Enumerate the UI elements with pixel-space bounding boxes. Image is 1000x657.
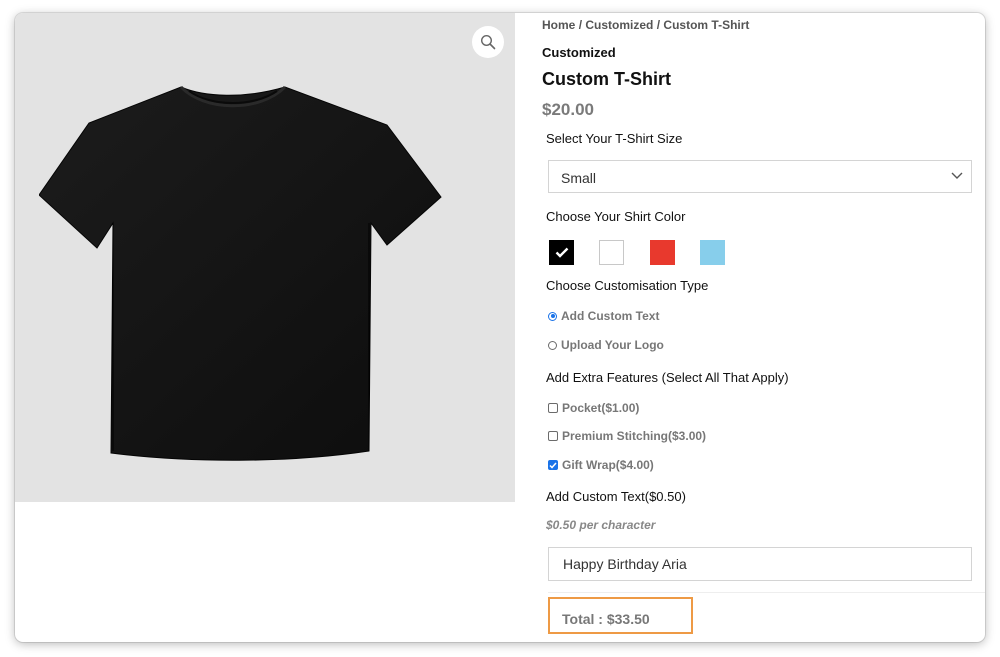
custom-text-input[interactable] xyxy=(548,547,972,581)
color-swatch-light-blue[interactable] xyxy=(700,240,725,265)
zoom-button[interactable] xyxy=(472,26,504,58)
product-category[interactable]: Customized xyxy=(542,45,616,60)
checkbox[interactable] xyxy=(548,403,558,413)
product-card: Home / Customized / Custom T-Shirt Custo… xyxy=(15,13,985,642)
checkbox-pocket[interactable]: Pocket($1.00) xyxy=(548,401,639,415)
divider xyxy=(548,592,985,593)
magnifier-icon xyxy=(480,34,496,50)
checkbox[interactable] xyxy=(548,460,558,470)
size-selected-value: Small xyxy=(561,170,597,186)
product-gallery xyxy=(15,13,515,502)
checkmark-icon xyxy=(555,247,568,258)
radio-add-custom-text[interactable]: Add Custom Text xyxy=(548,309,659,323)
radio-label: Upload Your Logo xyxy=(561,338,664,352)
radio-label: Add Custom Text xyxy=(561,309,660,323)
custom-text-hint: $0.50 per character xyxy=(546,518,656,532)
color-label: Choose Your Shirt Color xyxy=(546,209,686,224)
radio-upload-logo[interactable]: Upload Your Logo xyxy=(548,338,664,352)
breadcrumb: Home / Customized / Custom T-Shirt xyxy=(542,18,749,32)
size-select[interactable]: Small xyxy=(548,160,972,193)
total-box: Total : $33.50 xyxy=(548,597,693,634)
checkbox-gift-wrap[interactable]: Gift Wrap($4.00) xyxy=(548,458,654,472)
color-swatch-white[interactable] xyxy=(599,240,624,265)
extras-label: Add Extra Features (Select All That Appl… xyxy=(546,370,789,385)
size-label: Select Your T-Shirt Size xyxy=(546,131,683,146)
checkbox-label: Pocket($1.00) xyxy=(562,401,640,415)
checkmark-icon xyxy=(549,462,557,469)
breadcrumb-separator: / xyxy=(578,18,583,32)
color-swatch-red[interactable] xyxy=(650,240,675,265)
checkbox[interactable] xyxy=(548,431,558,441)
product-price: $20.00 xyxy=(542,100,594,119)
breadcrumb-separator: / xyxy=(656,18,661,32)
checkbox-label: Gift Wrap($4.00) xyxy=(562,458,654,472)
customisation-label: Choose Customisation Type xyxy=(546,278,709,293)
total-price: Total : $33.50 xyxy=(562,611,650,627)
checkbox-label: Premium Stitching($3.00) xyxy=(562,429,707,443)
color-swatch-black[interactable] xyxy=(549,240,574,265)
breadcrumb-customized[interactable]: Customized xyxy=(585,18,653,32)
product-details: Home / Customized / Custom T-Shirt Custo… xyxy=(542,13,985,642)
chevron-down-icon xyxy=(951,172,963,179)
product-title: Custom T-Shirt xyxy=(542,69,671,89)
radio-button[interactable] xyxy=(548,311,557,321)
breadcrumb-current: Custom T-Shirt xyxy=(663,18,750,32)
product-image[interactable] xyxy=(39,83,443,467)
breadcrumb-home[interactable]: Home xyxy=(542,18,575,32)
custom-text-label: Add Custom Text($0.50) xyxy=(546,489,686,504)
checkbox-premium-stitching[interactable]: Premium Stitching($3.00) xyxy=(548,429,706,443)
radio-button[interactable] xyxy=(548,340,557,350)
